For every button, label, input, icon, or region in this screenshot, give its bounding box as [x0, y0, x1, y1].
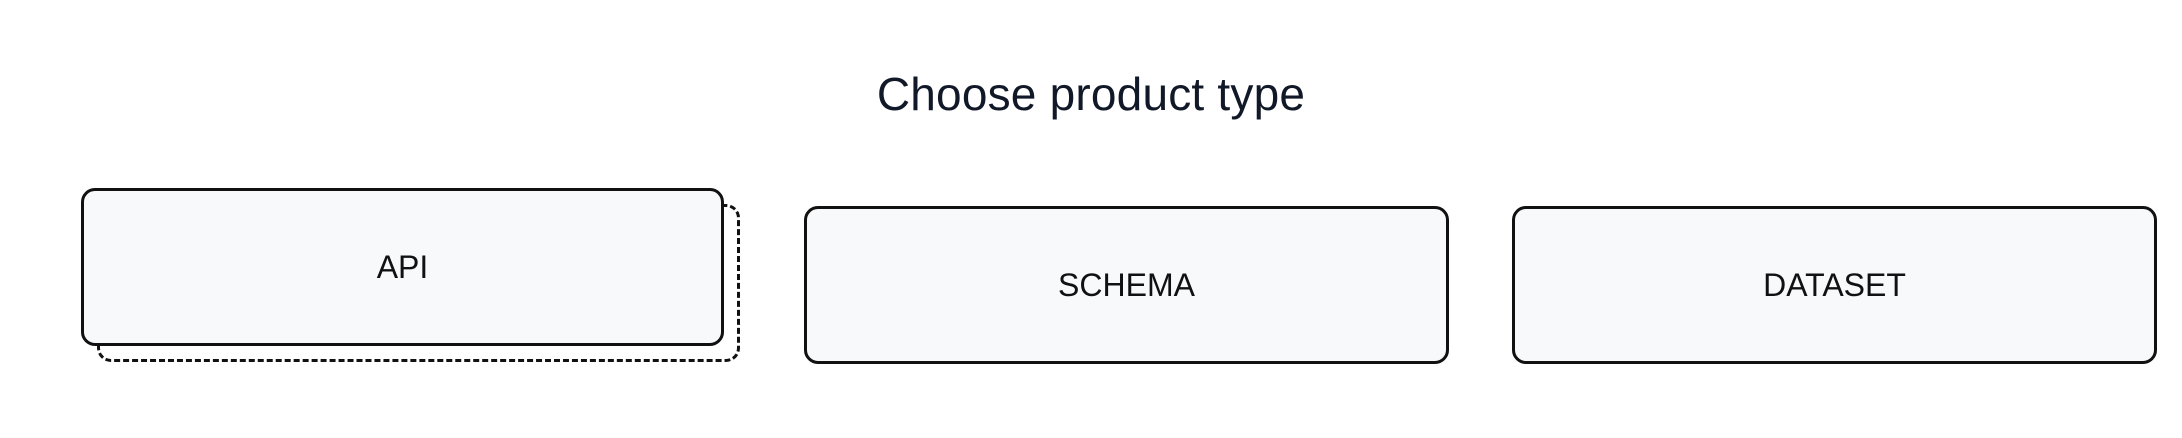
product-type-schema-label: SCHEMA [1058, 266, 1195, 303]
product-type-dataset-button[interactable]: DATASET [1512, 206, 2157, 364]
product-type-option-schema-wrapper: SCHEMA [804, 206, 1449, 364]
product-type-option-dataset-wrapper: DATASET [1512, 206, 2157, 364]
product-type-option-api-wrapper: API [81, 188, 741, 363]
product-type-api-label: API [376, 248, 429, 285]
product-type-schema-button[interactable]: SCHEMA [804, 206, 1449, 364]
product-type-api-button[interactable]: API [81, 188, 724, 346]
product-type-dataset-label: DATASET [1763, 266, 1906, 303]
product-type-options: API SCHEMA DATASET [0, 0, 2182, 438]
